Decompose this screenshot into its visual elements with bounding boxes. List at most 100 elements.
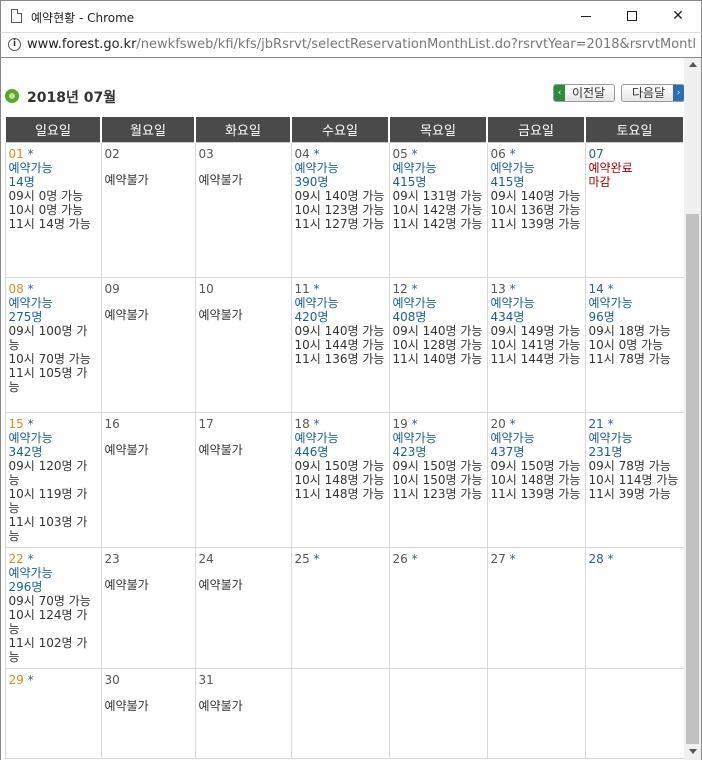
available-marker: * (607, 416, 614, 431)
day-number[interactable]: 22 * (9, 552, 98, 566)
calendar-day-cell[interactable]: 06 * 예약가능 415명 09시 140명 가능 10시 136명 가능 11시 13… (486, 141, 586, 278)
calendar-day-cell[interactable]: 01 * 예약가능 14명 09시 0명 가능 10시 0명 가능 11시 14명 가능 (4, 141, 102, 278)
availability-status[interactable]: 예약가능 (393, 161, 484, 175)
unavailable-status: 예약불가 (104, 698, 149, 713)
calendar-day-cell[interactable]: 14 * 예약가능 96명 09시 18명 가능 10시 0명 가능 11시 78명 가능 (584, 276, 685, 413)
url-text[interactable]: www.forest.go.kr/newkfsweb/kfi/kfs/jbRsr… (27, 37, 695, 52)
availability-status[interactable]: 예약가능 (9, 431, 98, 445)
day-number[interactable]: 14 * (589, 282, 681, 296)
day-number[interactable]: 12 * (393, 282, 484, 296)
availability-status[interactable]: 예약가능 (9, 296, 98, 310)
bullet-icon (5, 89, 19, 103)
time-slot: 09시 149명 가능 (490, 323, 581, 338)
availability-status[interactable]: 예약가능 (393, 296, 484, 310)
info-icon[interactable]: i (8, 38, 21, 51)
calendar-day-cell[interactable]: 25 * (290, 546, 390, 669)
availability-status[interactable]: 예약가능 (491, 161, 582, 175)
day-number-text: 01 (8, 146, 24, 161)
calendar-day-cell[interactable]: 18 * 예약가능 446명 09시 150명 가능 10시 148명 가능 11시 14… (290, 411, 390, 548)
calendar-day-cell[interactable]: 05 * 예약가능 415명 09시 131명 가능 10시 142명 가능 11시 14… (388, 141, 488, 278)
day-number-text: 03 (198, 146, 214, 161)
calendar-day-cell[interactable]: 29 * (4, 667, 102, 759)
time-slot: 09시 150명 가능 (294, 458, 385, 473)
day-number[interactable]: 15 * (9, 417, 98, 431)
availability-status[interactable]: 예약가능 (295, 296, 386, 310)
calendar-day-cell[interactable]: 11 * 예약가능 420명 09시 140명 가능 10시 144명 가능 11시 13… (290, 276, 390, 413)
next-month-button[interactable]: 다음달 › (621, 84, 685, 102)
time-slot: 10시 141명 가능 (490, 337, 581, 352)
day-number[interactable]: 06 * (491, 147, 582, 161)
time-slot: 11시 139명 가능 (490, 486, 581, 501)
calendar-day-cell[interactable]: 28 * (584, 546, 685, 669)
calendar-day-cell[interactable]: 08 * 예약가능 275명 09시 100명 가능 10시 70명 가능 11시 105… (4, 276, 102, 413)
availability-status[interactable]: 예약가능 (491, 431, 582, 445)
window-titlebar: 예약현황 - Chrome ✕ (0, 0, 702, 32)
weekday-header: 월요일 (100, 115, 196, 143)
time-slot: 11시 14명 가능 (8, 216, 91, 231)
day-number-text: 24 (198, 551, 214, 566)
unavailable-status: 예약불가 (104, 307, 149, 322)
calendar-day-cell[interactable]: 20 * 예약가능 437명 09시 150명 가능 10시 148명 가능 11시 13… (486, 411, 586, 548)
minimize-button[interactable] (563, 1, 609, 32)
scrollbar-thumb[interactable] (686, 214, 699, 744)
availability-status[interactable]: 예약가능 (589, 296, 681, 310)
prev-month-button[interactable]: ‹ 이전달 (553, 84, 615, 102)
availability-status[interactable]: 예약가능 (295, 161, 386, 175)
unavailable-status: 예약불가 (198, 577, 243, 592)
day-number[interactable]: 25 * (295, 552, 386, 566)
url-path: /newkfsweb/kfi/kfs/jbRsrvt/selectReserva… (136, 37, 695, 52)
day-number[interactable]: 01 * (9, 147, 98, 161)
calendar-day-cell[interactable]: 04 * 예약가능 390명 09시 140명 가능 10시 123명 가능 11시 12… (290, 141, 390, 278)
available-count: 296명 (8, 579, 43, 594)
calendar-day-cell: 23 예약불가 (100, 546, 196, 669)
vertical-scrollbar[interactable] (684, 58, 702, 760)
maximize-button[interactable] (609, 1, 655, 32)
calendar-day-cell[interactable]: 13 * 예약가능 434명 09시 149명 가능 10시 141명 가능 11시 14… (486, 276, 586, 413)
available-marker: * (27, 416, 34, 431)
availability-status[interactable]: 예약가능 (589, 431, 681, 445)
calendar-day-cell[interactable]: 21 * 예약가능 231명 09시 78명 가능 10시 114명 가능 11시 39명… (584, 411, 685, 548)
day-number[interactable]: 13 * (491, 282, 582, 296)
url-host: www.forest.go.kr (27, 37, 137, 52)
day-number-text: 23 (104, 551, 120, 566)
day-number-text: 19 (392, 416, 408, 431)
day-number[interactable]: 08 * (9, 282, 98, 296)
day-number[interactable]: 11 * (295, 282, 386, 296)
day-number[interactable]: 21 * (589, 417, 681, 431)
day-number-text: 15 (8, 416, 24, 431)
scroll-down-icon[interactable] (689, 749, 697, 754)
day-number-text: 08 (8, 281, 24, 296)
calendar-day-cell[interactable]: 22 * 예약가능 296명 09시 70명 가능 10시 124명 가능 11시 102… (4, 546, 102, 669)
unavailable-status: 예약불가 (198, 698, 243, 713)
calendar-day-cell[interactable]: 19 * 예약가능 423명 09시 150명 가능 10시 150명 가능 11시 12… (388, 411, 488, 548)
calendar-day-cell[interactable]: 26 * (388, 546, 488, 669)
address-bar[interactable]: i www.forest.go.kr/newkfsweb/kfi/kfs/jbR… (0, 32, 702, 58)
day-number[interactable]: 18 * (295, 417, 386, 431)
day-number[interactable]: 26 * (393, 552, 484, 566)
scroll-up-icon[interactable] (689, 62, 697, 67)
calendar-day-cell[interactable]: 27 * (486, 546, 586, 669)
unavailable-status: 예약불가 (104, 172, 149, 187)
day-number[interactable]: 05 * (393, 147, 484, 161)
maximize-icon (627, 11, 637, 21)
day-number[interactable]: 19 * (393, 417, 484, 431)
weekday-header: 수요일 (290, 115, 390, 143)
time-slot: 11시 148명 가능 (294, 486, 385, 501)
availability-status[interactable]: 예약가능 (393, 431, 484, 445)
availability-status[interactable]: 예약가능 (9, 566, 98, 580)
calendar-day-cell[interactable]: 12 * 예약가능 408명 09시 140명 가능 10시 128명 가능 11시 14… (388, 276, 488, 413)
availability-status[interactable]: 예약가능 (9, 161, 98, 175)
close-button[interactable]: ✕ (655, 1, 701, 32)
day-number[interactable]: 27 * (491, 552, 582, 566)
day-number: 09 (105, 282, 192, 296)
calendar-day-cell[interactable]: 15 * 예약가능 342명 09시 120명 가능 10시 119명 가능 11시 10… (4, 411, 102, 548)
availability-status[interactable]: 예약가능 (491, 296, 582, 310)
availability-status[interactable]: 예약가능 (295, 431, 386, 445)
available-marker: * (313, 146, 320, 161)
day-number[interactable]: 29 * (9, 673, 98, 687)
day-number[interactable]: 28 * (589, 552, 681, 566)
day-number[interactable]: 20 * (491, 417, 582, 431)
time-slot: 11시 39명 가능 (588, 486, 671, 501)
calendar-day-cell: 16 예약불가 (100, 411, 196, 548)
day-number[interactable]: 04 * (295, 147, 386, 161)
